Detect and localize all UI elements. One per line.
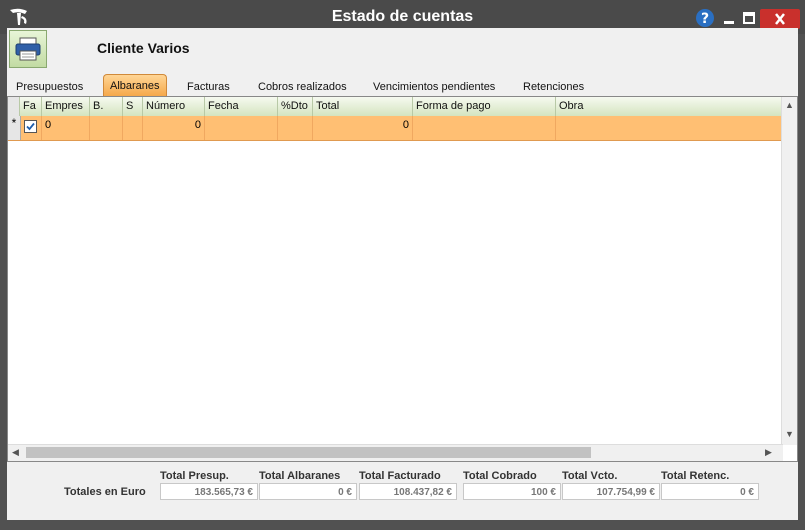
cell-empresa[interactable]: 0 bbox=[42, 116, 90, 140]
client-panel: Cliente Varios bbox=[7, 28, 798, 74]
total-albaranes-value: 0 € bbox=[259, 483, 357, 500]
print-button[interactable] bbox=[9, 30, 47, 68]
client-name: Cliente Varios bbox=[97, 40, 190, 56]
maximize-button[interactable] bbox=[741, 8, 757, 28]
col-numero[interactable]: Número bbox=[143, 97, 205, 116]
help-icon: ? bbox=[696, 9, 714, 27]
cell-numero[interactable]: 0 bbox=[143, 116, 205, 140]
cell-fecha[interactable] bbox=[205, 116, 278, 140]
col-forma-pago[interactable]: Forma de pago bbox=[413, 97, 556, 116]
cell-fa[interactable] bbox=[20, 116, 42, 140]
totals-label: Totales en Euro bbox=[64, 486, 146, 498]
total-cobrado-header: Total Cobrado bbox=[463, 470, 537, 482]
minimize-button[interactable] bbox=[721, 8, 737, 28]
scroll-right-icon[interactable]: ▶ bbox=[765, 447, 772, 458]
totals-panel: Totales en Euro Total Presup. Total Alba… bbox=[7, 462, 798, 520]
tab-facturas[interactable]: Facturas bbox=[187, 76, 230, 96]
total-vcto-header: Total Vcto. bbox=[562, 470, 618, 482]
total-retenc-header: Total Retenc. bbox=[661, 470, 730, 482]
row-selector-header bbox=[8, 97, 20, 116]
help-button[interactable]: ? bbox=[694, 8, 716, 28]
tab-strip: Presupuestos Albaranes Facturas Cobros r… bbox=[7, 74, 798, 96]
cell-b[interactable] bbox=[90, 116, 123, 140]
cell-obra[interactable] bbox=[556, 116, 788, 140]
scroll-up-icon[interactable]: ▲ bbox=[785, 100, 794, 110]
tab-cobros-realizados[interactable]: Cobros realizados bbox=[258, 76, 347, 96]
tab-vencimientos-pendientes[interactable]: Vencimientos pendientes bbox=[373, 76, 495, 96]
printer-icon bbox=[15, 37, 41, 61]
tab-albaranes[interactable]: Albaranes bbox=[103, 74, 167, 96]
cell-total[interactable]: 0 bbox=[313, 116, 413, 140]
total-vcto-value: 107.754,99 € bbox=[562, 483, 660, 500]
col-dto[interactable]: %Dto bbox=[278, 97, 313, 116]
col-obra[interactable]: Obra bbox=[556, 97, 788, 116]
grid-header: Fa Empres B. S Número Fecha %Dto Total F… bbox=[8, 97, 788, 117]
cell-forma-pago[interactable] bbox=[413, 116, 556, 140]
scroll-left-icon[interactable]: ◀ bbox=[12, 447, 19, 458]
col-total[interactable]: Total bbox=[313, 97, 413, 116]
col-s[interactable]: S bbox=[123, 97, 143, 116]
cell-s[interactable] bbox=[123, 116, 143, 140]
total-albaranes-header: Total Albaranes bbox=[259, 470, 341, 482]
cell-dto[interactable] bbox=[278, 116, 313, 140]
albaranes-grid[interactable]: Fa Empres B. S Número Fecha %Dto Total F… bbox=[7, 96, 798, 462]
tab-presupuestos[interactable]: Presupuestos bbox=[16, 76, 83, 96]
total-facturado-header: Total Facturado bbox=[359, 470, 441, 482]
window: Estado de cuentas ? Cliente Varios Presu… bbox=[0, 0, 805, 530]
horizontal-scrollbar[interactable]: ◀ ▶ bbox=[8, 444, 783, 461]
col-fa[interactable]: Fa bbox=[20, 97, 42, 116]
close-icon bbox=[775, 13, 785, 25]
col-fecha[interactable]: Fecha bbox=[205, 97, 278, 116]
total-cobrado-value: 100 € bbox=[463, 483, 561, 500]
total-retenc-value: 0 € bbox=[661, 483, 759, 500]
total-presup-header: Total Presup. bbox=[160, 470, 229, 482]
minimize-icon bbox=[724, 21, 734, 24]
tab-retenciones[interactable]: Retenciones bbox=[523, 76, 584, 96]
scroll-down-icon[interactable]: ▼ bbox=[785, 429, 794, 439]
vertical-scrollbar[interactable]: ▲ ▼ bbox=[781, 97, 797, 445]
col-b[interactable]: B. bbox=[90, 97, 123, 116]
close-button[interactable] bbox=[760, 9, 800, 29]
horizontal-scroll-thumb[interactable] bbox=[26, 447, 591, 458]
total-facturado-value: 108.437,82 € bbox=[359, 483, 457, 500]
total-presup-value: 183.565,73 € bbox=[160, 483, 258, 500]
svg-text:?: ? bbox=[701, 11, 709, 27]
col-empresa[interactable]: Empres bbox=[42, 97, 90, 116]
table-row[interactable]: * 0 0 0 bbox=[8, 116, 788, 141]
maximize-icon bbox=[743, 12, 755, 24]
checkbox-checked-icon[interactable] bbox=[24, 120, 37, 133]
